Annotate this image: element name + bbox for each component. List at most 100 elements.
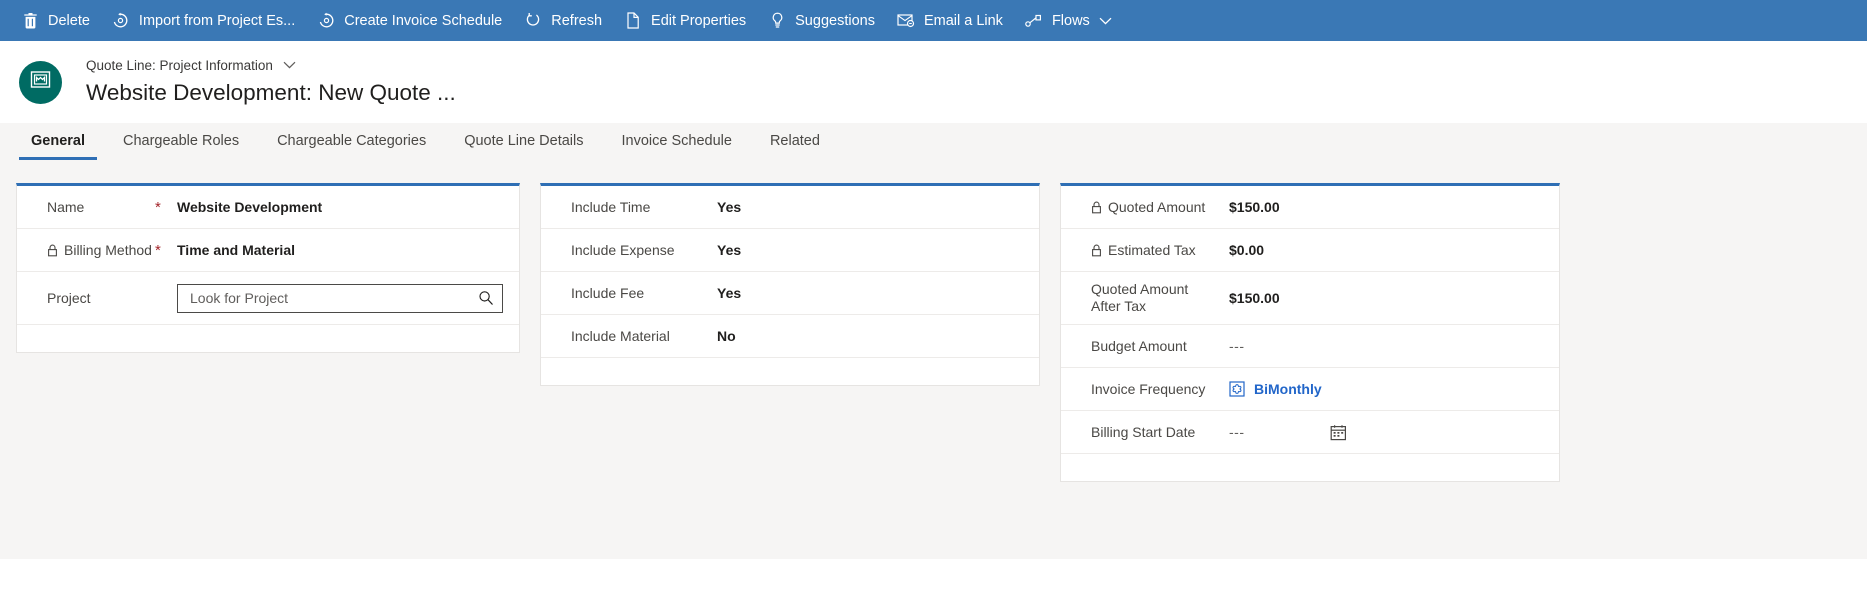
field-row-billing-method: Billing Method * Time and Material: [17, 229, 519, 272]
estimated-tax-label: Estimated Tax: [1077, 242, 1229, 258]
project-lookup-input[interactable]: [188, 289, 478, 307]
include-material-label: Include Material: [571, 328, 670, 344]
invoice-frequency-icon: [1229, 381, 1245, 397]
avatar: [19, 60, 62, 104]
invoice-frequency-label: Invoice Frequency: [1091, 381, 1206, 397]
refresh-label: Refresh: [551, 12, 603, 29]
field-row-invoice-frequency: Invoice Frequency BiMonthly: [1061, 368, 1559, 411]
header-texts: Quote Line: Project Information Website …: [86, 57, 456, 108]
search-icon[interactable]: [478, 290, 494, 306]
tab-related-label: Related: [769, 133, 820, 149]
include-time-value: Yes: [717, 199, 742, 215]
budget-amount-value[interactable]: ---: [1229, 338, 1543, 354]
include-options-card: Include Time Yes Include Expense Yes Inc…: [540, 183, 1040, 386]
lock-icon: [1091, 201, 1102, 214]
create-invoice-schedule-button[interactable]: Create Invoice Schedule: [306, 0, 513, 41]
quoted-after-tax-label-line1: Quoted Amount: [1091, 281, 1189, 297]
field-row-estimated-tax: Estimated Tax $0.00: [1061, 229, 1559, 272]
required-indicator: *: [155, 241, 161, 259]
estimated-tax-label-text: Estimated Tax: [1108, 242, 1196, 258]
name-label: Name: [47, 199, 85, 215]
billing-method-label: Billing Method: [33, 242, 155, 258]
lock-icon: [47, 244, 58, 257]
tab-chargeable-categories[interactable]: Chargeable Categories: [265, 133, 438, 160]
tab-chargeable-categories-label: Chargeable Categories: [277, 133, 427, 149]
quote-line-entity-icon: [30, 69, 51, 95]
general-details-card: Name * Website Development Billing Metho…: [16, 183, 520, 353]
tab-quote-line-details[interactable]: Quote Line Details: [452, 133, 595, 160]
include-expense-label: Include Expense: [571, 242, 675, 258]
project-label: Project: [47, 290, 91, 306]
create-invoice-schedule-label: Create Invoice Schedule: [344, 12, 503, 29]
email-link-icon: [897, 12, 915, 30]
project-lookup[interactable]: [177, 283, 503, 313]
name-value[interactable]: Website Development: [177, 199, 503, 215]
refresh-gear-icon: [317, 12, 335, 30]
quoted-amount-label-text: Quoted Amount: [1108, 199, 1206, 215]
suggestions-label: Suggestions: [795, 12, 875, 29]
include-material-value: No: [717, 328, 736, 344]
breadcrumb-label: Quote Line: Project Information: [86, 57, 273, 73]
card-bottom-padding: [541, 358, 1039, 385]
refresh-icon: [524, 12, 542, 30]
chevron-down-icon[interactable]: [283, 61, 296, 69]
breadcrumb: Quote Line: Project Information: [86, 57, 456, 74]
command-bar: Delete Import from Project Es... Create …: [0, 0, 1867, 41]
quoted-amount-after-tax-label: Quoted Amount After Tax: [1077, 281, 1229, 315]
field-row-include-expense: Include Expense Yes: [541, 229, 1039, 272]
tab-invoice-schedule[interactable]: Invoice Schedule: [610, 133, 744, 160]
edit-properties-button[interactable]: Edit Properties: [613, 0, 757, 41]
calendar-icon[interactable]: [1330, 424, 1351, 441]
estimated-tax-value: $0.00: [1229, 242, 1265, 258]
field-row-include-material: Include Material No: [541, 315, 1039, 358]
include-fee-label: Include Fee: [571, 285, 645, 301]
import-from-project-estimate-label: Import from Project Es...: [138, 12, 296, 29]
tab-related[interactable]: Related: [758, 133, 832, 160]
budget-amount-label: Budget Amount: [1091, 338, 1187, 354]
tab-quote-line-details-label: Quote Line Details: [464, 133, 584, 149]
delete-button[interactable]: Delete: [10, 0, 101, 41]
flows-label: Flows: [1051, 12, 1090, 29]
refresh-button[interactable]: Refresh: [513, 0, 613, 41]
invoice-frequency-link-text: BiMonthly: [1254, 381, 1322, 397]
card-bottom-padding: [1061, 454, 1559, 481]
flows-button[interactable]: Flows: [1014, 0, 1123, 41]
field-row-quoted-amount-after-tax: Quoted Amount After Tax $150.00: [1061, 272, 1559, 325]
field-row-project: Project: [17, 272, 519, 325]
amounts-card: Quoted Amount $150.00 Estimated Tax $0.0…: [1060, 183, 1560, 482]
page-title: Website Development: New Quote ...: [86, 79, 456, 105]
billing-start-date-value[interactable]: ---: [1229, 424, 1245, 440]
billing-start-date-label: Billing Start Date: [1091, 424, 1196, 440]
tab-invoice-schedule-label: Invoice Schedule: [621, 133, 732, 149]
tab-general-label: General: [31, 133, 85, 149]
email-a-link-button[interactable]: Email a Link: [886, 0, 1014, 41]
tab-chargeable-roles[interactable]: Chargeable Roles: [111, 133, 251, 160]
billing-start-date-control: ---: [1229, 424, 1543, 441]
edit-properties-label: Edit Properties: [651, 12, 747, 29]
import-from-project-estimate-button[interactable]: Import from Project Es...: [101, 0, 306, 41]
billing-method-label-text: Billing Method: [64, 242, 152, 258]
email-a-link-label: Email a Link: [923, 12, 1003, 29]
field-row-quoted-amount: Quoted Amount $150.00: [1061, 186, 1559, 229]
field-row-include-time: Include Time Yes: [541, 186, 1039, 229]
include-fee-value: Yes: [717, 285, 742, 301]
quoted-amount-after-tax-value: $150.00: [1229, 290, 1280, 306]
lock-icon: [1091, 244, 1102, 257]
suggestions-button[interactable]: Suggestions: [757, 0, 886, 41]
field-row-budget-amount: Budget Amount ---: [1061, 325, 1559, 368]
refresh-gear-icon: [112, 12, 130, 30]
lightbulb-icon: [768, 12, 786, 30]
form-body: Name * Website Development Billing Metho…: [0, 161, 1867, 559]
trash-icon: [21, 12, 39, 30]
invoice-frequency-value[interactable]: BiMonthly: [1229, 381, 1543, 397]
required-indicator: *: [155, 198, 161, 216]
tab-chargeable-roles-label: Chargeable Roles: [123, 133, 240, 149]
tab-general[interactable]: General: [19, 133, 97, 160]
field-row-name: Name * Website Development: [17, 186, 519, 229]
include-time-label: Include Time: [571, 199, 651, 215]
include-expense-value: Yes: [717, 242, 742, 258]
billing-method-value: Time and Material: [177, 242, 296, 258]
field-row-include-fee: Include Fee Yes: [541, 272, 1039, 315]
field-row-billing-start-date: Billing Start Date ---: [1061, 411, 1559, 454]
chevron-down-icon[interactable]: [1099, 17, 1112, 25]
